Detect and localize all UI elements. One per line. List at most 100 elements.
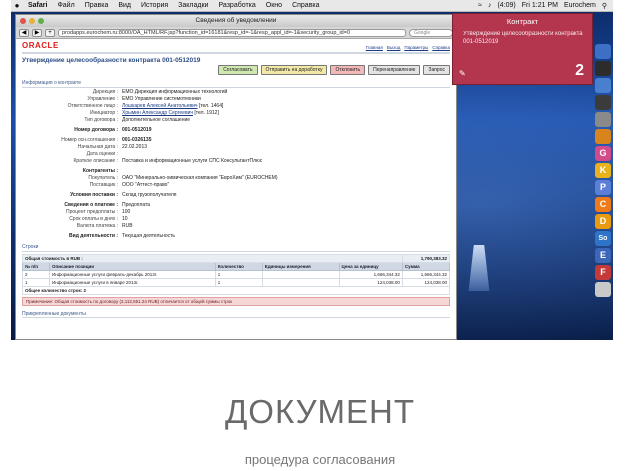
menu-safari[interactable]: Safari	[23, 2, 52, 9]
request-info-button[interactable]: Запрос	[423, 65, 450, 75]
link-logout[interactable]: Выход	[387, 45, 400, 50]
notification-count: 2	[575, 62, 584, 79]
reject-button[interactable]: Отклонить	[330, 65, 366, 75]
c-app-icon[interactable]: C	[595, 197, 611, 212]
zoom-icon[interactable]	[38, 18, 44, 24]
menu-history[interactable]: История	[136, 2, 173, 9]
phone: [тел. 1464]	[198, 103, 224, 109]
total-label: Общая стоимость в RUB :	[22, 254, 403, 263]
link-help[interactable]: Справка	[432, 45, 450, 50]
approve-button[interactable]: Согласовать	[218, 65, 258, 75]
label: Сведения о платеже :	[64, 202, 118, 208]
field-start-date: Начальная дата : 22.02.2013	[22, 144, 450, 150]
contract-notification-tile[interactable]: Контракт Утверждение целесообразности ко…	[452, 13, 593, 85]
safari-icon[interactable]	[595, 78, 611, 93]
cell: Информационные услуги февраль-декабрь 20…	[49, 270, 216, 279]
section-attachments[interactable]: Прикрепленные документы	[22, 311, 450, 318]
dock: G K P C D So E F	[595, 44, 613, 314]
menu-help[interactable]: Справка	[287, 2, 324, 9]
value: 22.02.2013	[122, 144, 148, 150]
safari-window: Сведения об уведомлении ◀ ▶ + prodapps.e…	[15, 14, 457, 340]
label: Контрагенты :	[82, 168, 118, 174]
clock-icon[interactable]	[595, 61, 611, 76]
label: Дата оценки :	[86, 151, 118, 157]
value: 001-0512019	[122, 127, 152, 133]
label: Покупатель :	[88, 175, 118, 181]
link-preferences[interactable]: Параметры	[404, 45, 428, 50]
table-row: 1 Информационные услуги в январе 2013г. …	[22, 278, 451, 287]
browser-toolbar: ◀ ▶ + prodapps.eurochem.ru:8000/OA_HTML/…	[16, 27, 456, 39]
user-label[interactable]: Eurochem	[564, 2, 596, 9]
app-icon[interactable]	[595, 129, 611, 144]
mac-menubar: ● Safari Файл Правка Вид История Закладк…	[11, 0, 613, 12]
label: Ответственное лицо :	[67, 103, 118, 109]
trash-icon[interactable]	[595, 282, 611, 297]
value: RUB	[122, 223, 133, 229]
value: ЕМО Управление системотехники	[122, 96, 201, 102]
forward-button[interactable]: ▶	[32, 28, 42, 37]
label: Начальная дата :	[77, 144, 118, 150]
field-buyer: Покупатель : ОАО "Минерально-химическая к…	[22, 175, 450, 181]
volume-icon[interactable]: ♪	[488, 2, 492, 9]
cell: 2	[22, 270, 50, 279]
search-field[interactable]: Google	[409, 28, 453, 37]
count-row: Общее количество строк: 2	[22, 286, 450, 295]
menu-window[interactable]: Окно	[261, 2, 287, 9]
slide-title: ДОКУМЕНТ	[224, 393, 416, 430]
mail-icon[interactable]	[595, 95, 611, 110]
clock-label[interactable]: Fri 1:21 PM	[522, 2, 558, 9]
window-title: Сведения об уведомлении	[195, 17, 277, 24]
e-app-icon[interactable]: E	[595, 248, 611, 263]
address-bar[interactable]: prodapps.eurochem.ru:8000/OA_HTML/RF.jsp…	[58, 28, 406, 37]
label: Инициатор :	[89, 110, 118, 116]
finder-icon[interactable]	[595, 44, 611, 59]
preview-icon[interactable]	[595, 112, 611, 127]
menubar-status: ≈ ♪ (4:09) Fri 1:21 PM Eurochem ⚲	[478, 2, 613, 10]
so-app-icon[interactable]: So	[595, 231, 611, 246]
desktop-screen: ● Safari Файл Правка Вид История Закладк…	[11, 0, 613, 340]
field-direction: Дирекция : ЕМО Дирекция информационных те…	[22, 89, 450, 95]
value: Поставка и информационные услуги СПС Кон…	[122, 158, 263, 164]
add-bookmark-button[interactable]: +	[45, 28, 55, 37]
responsible-link[interactable]: Лошкарев Алексей Анатольевич	[122, 103, 198, 109]
wifi-icon[interactable]: ≈	[478, 2, 482, 9]
apple-icon[interactable]: ●	[11, 1, 23, 10]
col-number: № п/п	[22, 262, 50, 271]
close-icon[interactable]	[20, 18, 26, 24]
d-app-icon[interactable]: D	[595, 214, 611, 229]
value: 001-0326135	[122, 137, 152, 143]
cell: 124,038.00	[401, 278, 451, 287]
value: Текущая деятельность	[122, 233, 176, 239]
oracle-header: ORACLE Главная Выход Параметры Справка	[22, 41, 450, 54]
mismatch-note: Примечание: Общая стоимость по договору …	[22, 297, 450, 306]
window-controls	[20, 18, 44, 24]
menu-edit[interactable]: Правка	[80, 2, 114, 9]
spotlight-icon[interactable]: ⚲	[602, 2, 607, 10]
back-button[interactable]: ◀	[19, 28, 29, 37]
section-contract-info: Информация о контракте	[22, 80, 450, 88]
return-button[interactable]: Отправить на доработку	[260, 65, 328, 75]
menu-develop[interactable]: Разработка	[213, 2, 260, 9]
f-app-icon[interactable]: F	[595, 265, 611, 280]
label: Краткое описание :	[73, 158, 118, 164]
k-app-icon[interactable]: K	[595, 163, 611, 178]
document-icon: ✎	[459, 69, 466, 78]
p-app-icon[interactable]: P	[595, 180, 611, 195]
menu-file[interactable]: Файл	[52, 2, 79, 9]
label: Номер осн.соглашения :	[61, 137, 118, 143]
link-home[interactable]: Главная	[366, 45, 383, 50]
reassign-button[interactable]: Перенаправление	[368, 65, 421, 75]
table-row: 2 Информационные услуги февраль-декабрь …	[22, 270, 451, 279]
minimize-icon[interactable]	[29, 18, 35, 24]
field-end-date: Дата оценки :	[22, 151, 450, 157]
menu-view[interactable]: Вид	[113, 2, 136, 9]
initiator-link[interactable]: Хрымин Александр Сергеевич	[122, 110, 193, 116]
g-app-icon[interactable]: G	[595, 146, 611, 161]
menu-bookmarks[interactable]: Закладки	[173, 2, 213, 9]
value: ОАО "Минерально-химическая компания "Евр…	[122, 175, 278, 181]
value: ООО "Аттест-право"	[122, 182, 170, 188]
label: Вид деятельности :	[69, 233, 118, 239]
cell	[261, 278, 340, 287]
cell: 1	[22, 278, 50, 287]
battery-label[interactable]: (4:09)	[497, 2, 515, 9]
